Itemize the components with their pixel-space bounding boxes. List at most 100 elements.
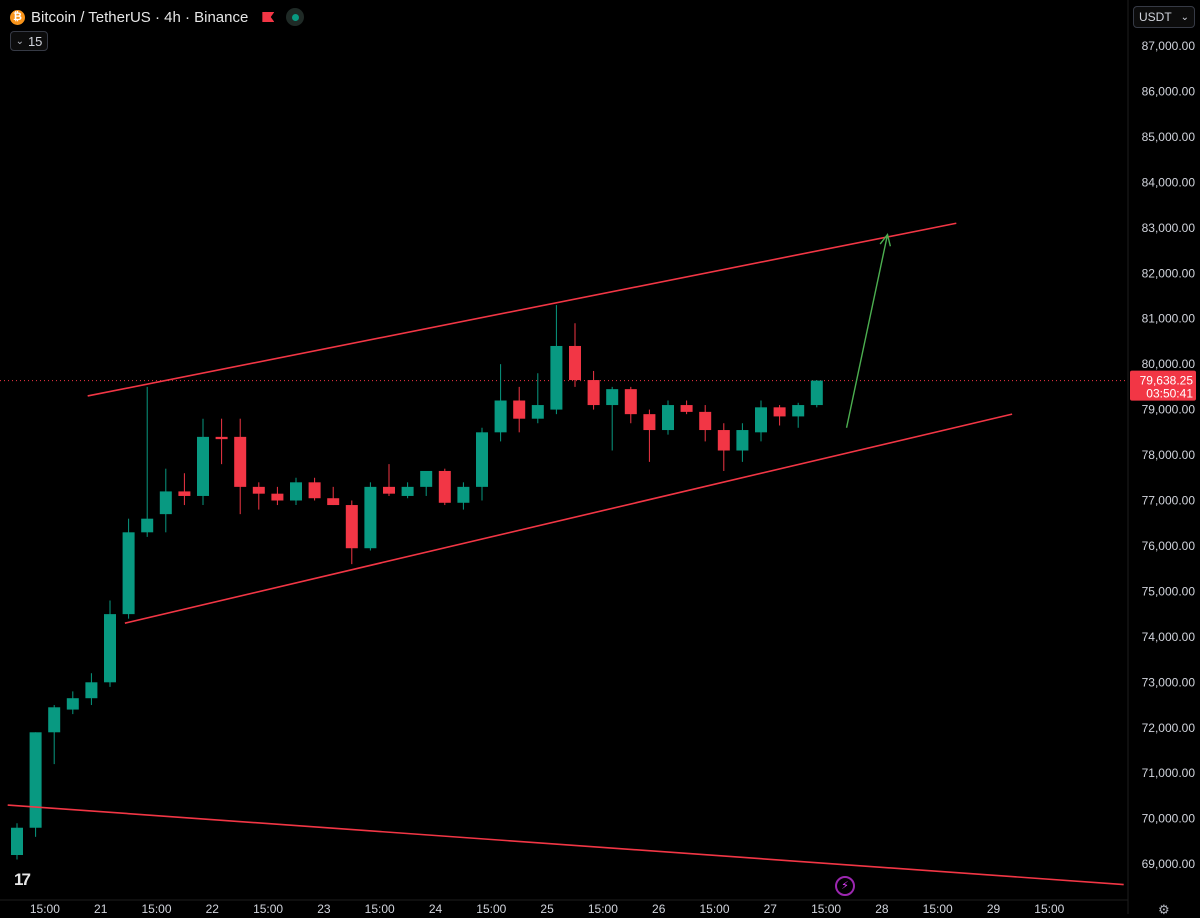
price-tick-label: 82,000.00 xyxy=(1142,266,1196,280)
price-tick-label: 74,000.00 xyxy=(1142,630,1196,644)
candle-body xyxy=(531,405,544,419)
price-tick-label: 78,000.00 xyxy=(1142,448,1196,462)
candle-body xyxy=(66,698,79,710)
time-tick-label: 27 xyxy=(764,902,778,914)
upper-channel-trendline[interactable] xyxy=(87,222,957,397)
candle-body xyxy=(48,707,61,733)
candle-body xyxy=(624,389,637,415)
candle-body xyxy=(457,486,470,503)
candle-body xyxy=(327,498,340,506)
candle-body xyxy=(755,407,767,433)
time-tick-label: 21 xyxy=(94,902,108,914)
chevron-down-icon: ⌄ xyxy=(1180,11,1189,23)
candle-body xyxy=(606,389,619,406)
price-tick-label: 72,000.00 xyxy=(1142,721,1196,735)
candle-body xyxy=(141,518,154,533)
bitcoin-icon: ₿ xyxy=(10,9,25,25)
price-tick-label: 84,000.00 xyxy=(1142,175,1196,189)
candle-body xyxy=(438,470,451,503)
projection-arrow[interactable] xyxy=(845,234,889,428)
time-tick-label: 28 xyxy=(875,902,889,914)
last-price-value: 79,638.25 xyxy=(1140,374,1194,388)
candle-body xyxy=(643,414,656,431)
candle-body xyxy=(11,827,23,856)
price-tick-label: 76,000.00 xyxy=(1142,539,1196,553)
candle-body xyxy=(290,482,302,501)
time-tick-label: 15:00 xyxy=(699,902,729,914)
price-tick-label: 87,000.00 xyxy=(1142,39,1196,53)
tradingview-logo[interactable]: 17 xyxy=(14,870,31,890)
candle-body xyxy=(773,407,786,417)
time-tick-label: 15:00 xyxy=(1034,902,1064,914)
symbol-title[interactable]: Bitcoin / TetherUS · 4h · Binance xyxy=(31,9,248,26)
time-tick-label: 29 xyxy=(987,902,1001,914)
price-tick-label: 71,000.00 xyxy=(1142,766,1196,780)
candle-body xyxy=(29,732,42,828)
candle-body xyxy=(699,411,712,431)
candle-body xyxy=(810,380,823,406)
candle-body xyxy=(197,436,209,496)
time-axis[interactable]: 15:00 21 15:00 22 15:00 23 15:00 24 15:00 25 15:00… xyxy=(30,902,1065,914)
candlestick-chart[interactable]: 87,000.00 86,000.00 85,000.00 84,000.00 83,0… xyxy=(0,0,1200,914)
candle-body xyxy=(122,532,135,615)
price-tick-label: 86,000.00 xyxy=(1142,84,1196,98)
candle-body xyxy=(178,491,191,496)
lower-channel-trendline[interactable] xyxy=(124,413,1013,624)
candle-body xyxy=(215,436,228,440)
candle-body xyxy=(513,400,526,419)
price-axis[interactable]: 87,000.00 86,000.00 85,000.00 84,000.00 83,0… xyxy=(1142,39,1196,871)
price-tick-label: 69,000.00 xyxy=(1142,857,1196,871)
candle-body xyxy=(717,430,730,451)
lightning-icon[interactable]: ⚡ xyxy=(835,876,855,896)
candle-body xyxy=(792,405,805,417)
candle-body xyxy=(569,345,581,381)
price-tick-label: 79,000.00 xyxy=(1142,403,1196,417)
candle-body xyxy=(550,345,563,410)
candle-body xyxy=(104,614,116,683)
time-tick-label: 23 xyxy=(317,902,331,914)
candle-body xyxy=(345,505,358,549)
time-tick-label: 25 xyxy=(540,902,554,914)
candle-body xyxy=(85,682,98,699)
time-tick-label: 15:00 xyxy=(811,902,841,914)
time-tick-label: 26 xyxy=(652,902,666,914)
lower-long-trend-trendline[interactable] xyxy=(7,804,1124,886)
time-tick-label: 15:00 xyxy=(141,902,171,914)
price-tick-label: 83,000.00 xyxy=(1142,221,1196,235)
last-price-label-group: 79,638.2503:50:41 xyxy=(1130,370,1196,401)
time-tick-label: 22 xyxy=(206,902,220,914)
candle-body xyxy=(308,482,321,499)
candle-body xyxy=(271,493,284,501)
candle-body xyxy=(587,380,600,406)
price-tick-label: 70,000.00 xyxy=(1142,812,1196,826)
time-tick-label: 15:00 xyxy=(365,902,395,914)
candle-body xyxy=(476,432,488,487)
market-status-icon[interactable] xyxy=(286,8,305,26)
symbol-header[interactable]: ₿ Bitcoin / TetherUS · 4h · Binance xyxy=(10,8,305,26)
time-tick-label: 15:00 xyxy=(30,902,60,914)
candle-body xyxy=(662,405,674,431)
trendlines-group[interactable] xyxy=(7,222,1124,886)
chevron-icon: ⌄ xyxy=(15,35,24,47)
collapse-count: 15 xyxy=(27,33,43,49)
time-tick-label: 24 xyxy=(429,902,443,914)
candle-body xyxy=(494,400,507,433)
candle-body xyxy=(736,430,749,451)
candle-body xyxy=(680,405,693,412)
price-tick-label: 77,000.00 xyxy=(1142,494,1196,508)
candle-body xyxy=(420,470,433,487)
candle-body xyxy=(364,486,377,549)
candle-body xyxy=(383,486,395,494)
time-tick-label: 15:00 xyxy=(253,902,283,914)
flag-icon[interactable] xyxy=(262,12,275,22)
candle-body xyxy=(159,491,172,515)
gear-icon[interactable]: ⚙ xyxy=(1158,902,1170,918)
candle-body xyxy=(234,436,247,487)
candle-body xyxy=(401,486,414,496)
collapse-legend-button[interactable]: ⌄ 15 xyxy=(10,31,48,51)
currency-selector[interactable]: USDT ⌄ xyxy=(1133,6,1195,28)
price-tick-label: 80,000.00 xyxy=(1142,357,1196,371)
price-tick-label: 81,000.00 xyxy=(1142,312,1196,326)
bar-countdown: 03:50:41 xyxy=(1146,387,1193,401)
time-tick-label: 15:00 xyxy=(923,902,953,914)
